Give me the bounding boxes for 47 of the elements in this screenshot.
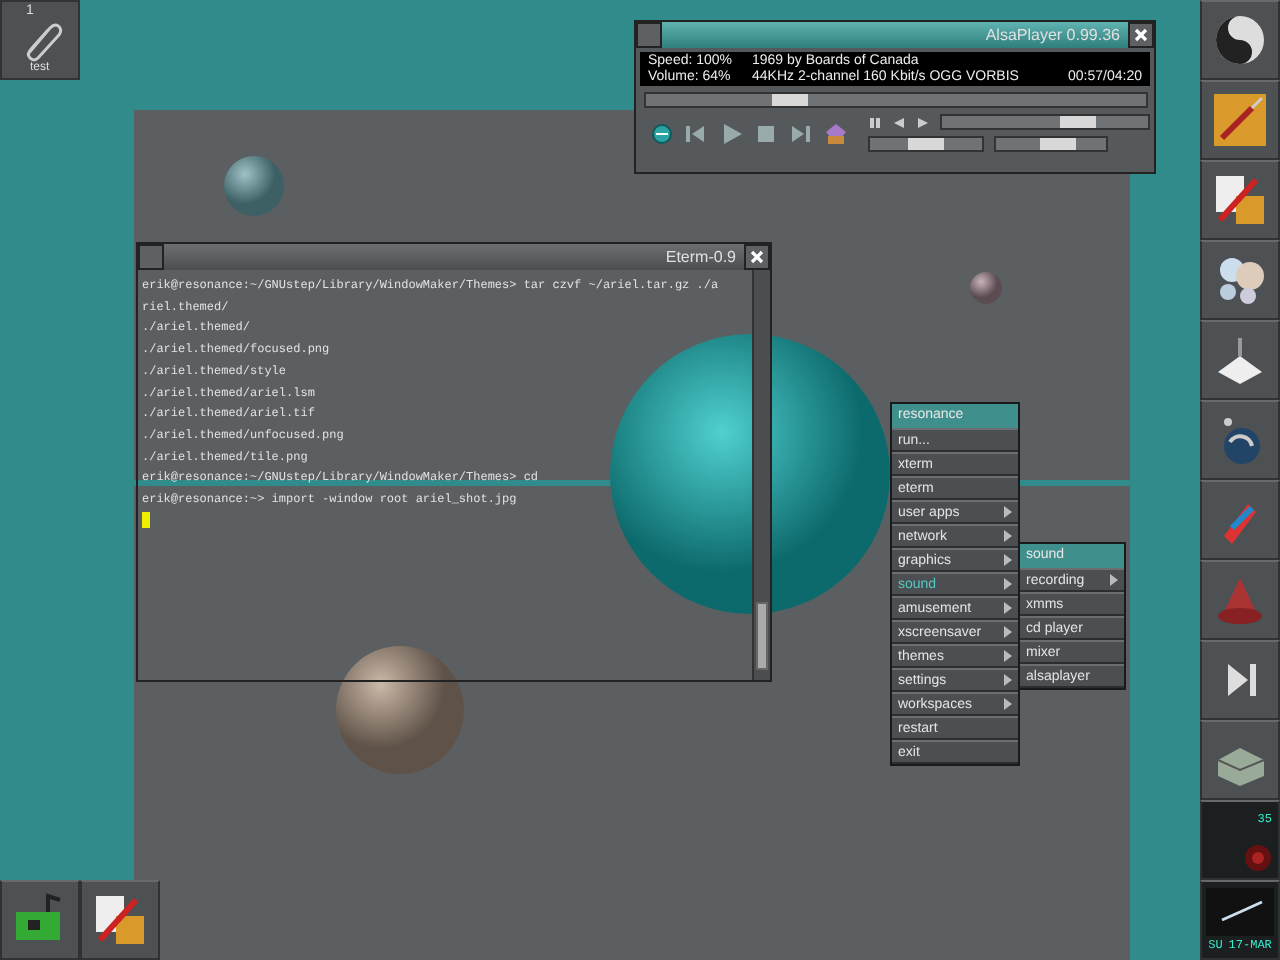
minimize-button[interactable] bbox=[138, 244, 164, 270]
slider-track[interactable] bbox=[939, 114, 1150, 130]
dock-tile[interactable] bbox=[1200, 240, 1280, 320]
dock-tile[interactable] bbox=[1200, 640, 1280, 720]
scrollbar-thumb[interactable] bbox=[756, 602, 768, 670]
dock-tile[interactable] bbox=[1200, 480, 1280, 560]
scrollbar[interactable] bbox=[752, 270, 770, 680]
document-pencil-icon bbox=[92, 892, 148, 948]
document-pencil-icon bbox=[1212, 172, 1268, 228]
forward-icon[interactable] bbox=[915, 115, 930, 129]
slider-thumb[interactable] bbox=[907, 138, 944, 150]
submenu-arrow-icon bbox=[1110, 574, 1118, 586]
slider-thumb[interactable] bbox=[1060, 116, 1097, 128]
app-icon-tile[interactable] bbox=[0, 880, 80, 960]
player-button[interactable] bbox=[648, 118, 677, 148]
app-icon-tile[interactable] bbox=[80, 880, 160, 960]
slider-thumb[interactable] bbox=[771, 94, 808, 106]
close-icon bbox=[1134, 28, 1148, 42]
window-title: Eterm-0.9 bbox=[663, 248, 738, 266]
pause-icon[interactable] bbox=[867, 115, 882, 129]
window-title: AlsaPlayer 0.99.36 bbox=[983, 26, 1122, 44]
stop-icon bbox=[754, 121, 779, 145]
rewind-icon[interactable] bbox=[891, 115, 906, 129]
dock-tile[interactable] bbox=[1200, 160, 1280, 240]
swirl-icon bbox=[1212, 12, 1268, 68]
playlist-icon bbox=[823, 121, 848, 145]
play-icon bbox=[719, 121, 744, 145]
text-cursor bbox=[142, 511, 150, 528]
dock-tile[interactable] bbox=[1200, 0, 1280, 80]
clock-face-icon bbox=[1206, 888, 1274, 936]
next-icon bbox=[788, 121, 813, 145]
previous-icon bbox=[684, 121, 709, 145]
minimize-button[interactable] bbox=[636, 22, 662, 48]
slider-track[interactable] bbox=[867, 136, 984, 152]
dock-tile[interactable] bbox=[1200, 400, 1280, 480]
slider-track[interactable] bbox=[993, 136, 1108, 152]
close-button[interactable] bbox=[744, 244, 770, 270]
close-icon bbox=[750, 250, 764, 264]
close-button[interactable] bbox=[1128, 22, 1154, 48]
dock-tile[interactable] bbox=[1200, 80, 1280, 160]
screwdriver-icon bbox=[1212, 92, 1268, 148]
dock-tile[interactable] bbox=[1200, 720, 1280, 800]
dock-tile[interactable] bbox=[1200, 320, 1280, 400]
slider-thumb[interactable] bbox=[1040, 138, 1077, 150]
slider-track[interactable] bbox=[644, 92, 1148, 108]
refresh-icon bbox=[650, 121, 675, 145]
dock-tile[interactable] bbox=[1200, 560, 1280, 640]
